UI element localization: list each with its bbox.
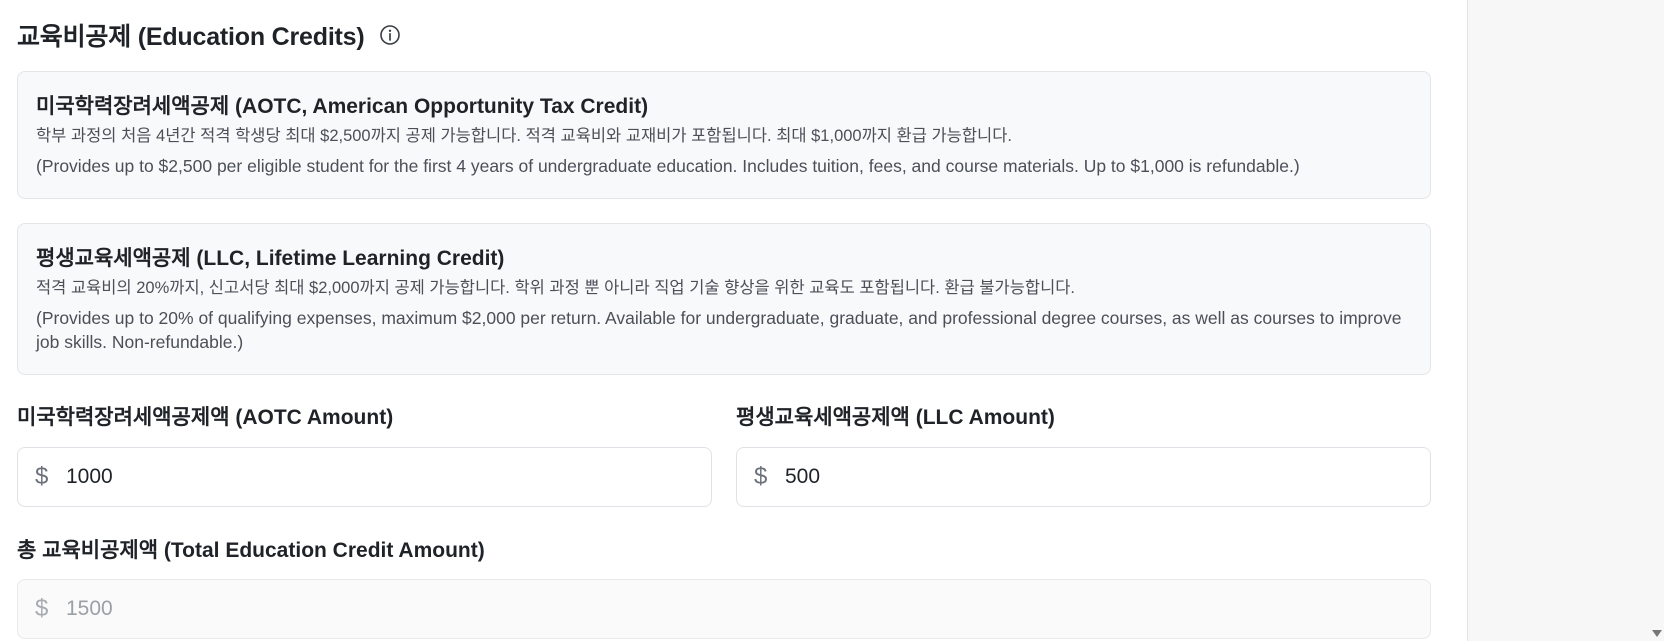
aotc-amount-input[interactable] [66,465,666,489]
info-circle-icon[interactable] [379,24,401,46]
aotc-card-description-ko: 학부 과정의 처음 4년간 적격 학생당 최대 $2,500까지 공제 가능합니… [36,127,1012,145]
llc-amount-input[interactable] [785,465,1385,489]
llc-amount-label: 평생교육세액공제액 (LLC Amount) [736,406,1055,429]
aotc-amount-field[interactable]: $ [17,447,712,507]
aotc-info-card: 미국학력장려세액공제 (AOTC, American Opportunity T… [17,71,1431,199]
section-title: 교육비공제 (Education Credits) [17,23,365,51]
llc-card-description-ko: 적격 교육비의 20%까지, 신고서당 최대 $2,000까지 공제 가능합니다… [36,279,1076,297]
main-content: 교육비공제 (Education Credits) 미국학력장려세액공제 (AO… [0,0,1467,641]
dollar-prefix: $ [754,463,768,490]
total-credit-label: 총 교육비공제액 (Total Education Credit Amount) [17,539,485,562]
llc-amount-field[interactable]: $ [736,447,1431,507]
dollar-prefix: $ [35,595,49,622]
aotc-card-description-en: (Provides up to $2,500 per eligible stud… [36,156,1300,176]
llc-info-card: 평생교육세액공제 (LLC, Lifetime Learning Credit)… [17,223,1431,375]
aotc-card-title: 미국학력장려세액공제 (AOTC, American Opportunity T… [36,95,649,118]
llc-card-description-en: (Provides up to 20% of qualifying expens… [36,308,1402,352]
total-credit-input [66,597,666,621]
llc-card-title: 평생교육세액공제 (LLC, Lifetime Learning Credit) [36,247,505,270]
right-side-panel [1467,0,1664,641]
total-credit-field: $ [17,579,1431,639]
page: 교육비공제 (Education Credits) 미국학력장려세액공제 (AO… [0,0,1664,641]
section-header: 교육비공제 (Education Credits) [17,18,401,52]
dollar-prefix: $ [35,463,49,490]
scroll-down-arrow-icon[interactable] [1652,630,1662,637]
aotc-amount-label: 미국학력장려세액공제액 (AOTC Amount) [17,406,394,429]
